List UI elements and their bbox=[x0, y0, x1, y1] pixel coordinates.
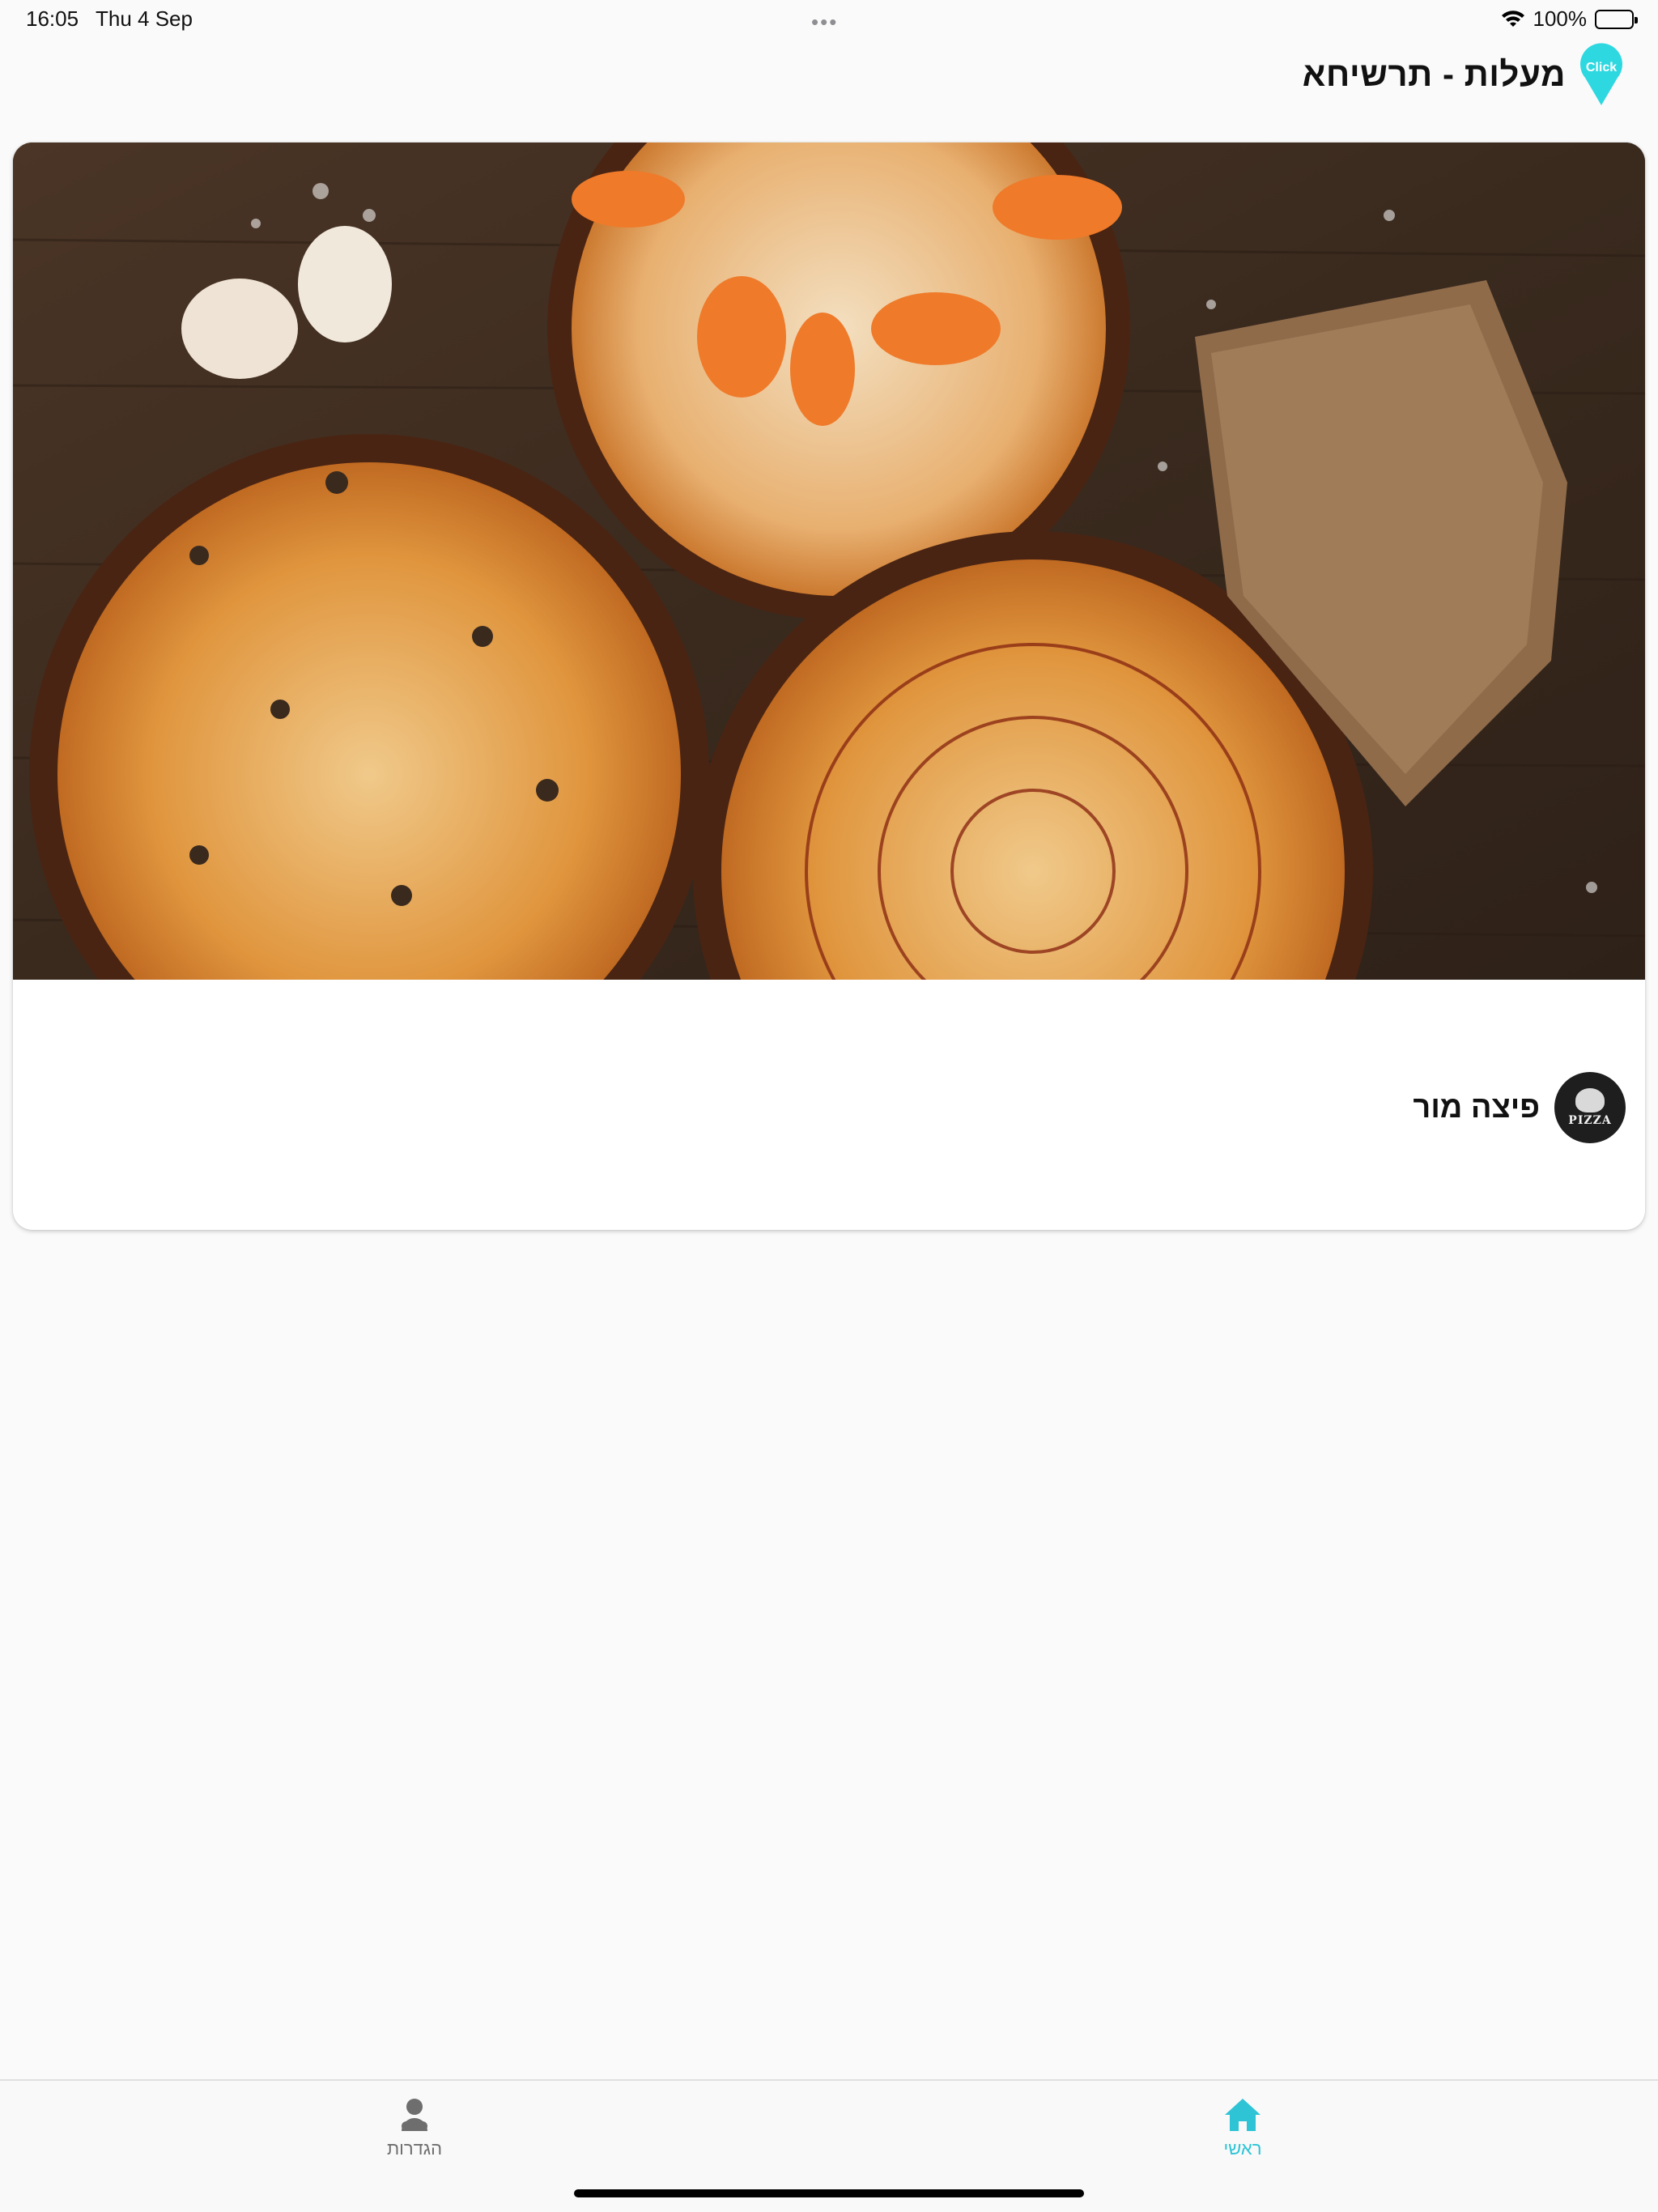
store-avatar: PIZZA bbox=[1554, 1072, 1626, 1143]
page-title: מעלות - תרשיחא bbox=[1302, 55, 1566, 93]
header: מעלות - תרשיחא Click bbox=[1303, 42, 1626, 107]
battery-icon bbox=[1595, 9, 1638, 29]
tab-home[interactable]: ראשי bbox=[1186, 2097, 1299, 2159]
store-row[interactable]: פיצה מור PIZZA bbox=[1413, 1072, 1626, 1143]
tab-settings-label: הגדרות bbox=[386, 2138, 443, 2159]
status-date: Thu 4 Sep bbox=[96, 6, 193, 31]
person-icon bbox=[400, 2097, 429, 2137]
tab-settings[interactable]: הגדרות bbox=[358, 2097, 471, 2159]
wifi-icon bbox=[1501, 10, 1525, 28]
click-logo-icon: Click bbox=[1577, 42, 1626, 107]
home-icon bbox=[1223, 2097, 1262, 2137]
store-avatar-text: PIZZA bbox=[1568, 1114, 1612, 1127]
logo-text: Click bbox=[1586, 61, 1617, 74]
status-bar: 16:05 Thu 4 Sep ••• 100% bbox=[0, 0, 1658, 39]
chef-icon bbox=[1575, 1088, 1605, 1112]
status-time: 16:05 bbox=[26, 6, 79, 31]
store-name: פיצה מור bbox=[1413, 1090, 1540, 1125]
store-card[interactable]: פיצה מור PIZZA bbox=[13, 143, 1645, 1230]
multitasking-dots-icon[interactable]: ••• bbox=[811, 10, 838, 35]
store-hero-image bbox=[13, 143, 1645, 980]
status-right: 100% bbox=[1501, 6, 1638, 32]
battery-percent: 100% bbox=[1533, 6, 1588, 31]
tab-home-label: ראשי bbox=[1223, 2138, 1262, 2159]
home-indicator[interactable] bbox=[574, 2189, 1084, 2197]
